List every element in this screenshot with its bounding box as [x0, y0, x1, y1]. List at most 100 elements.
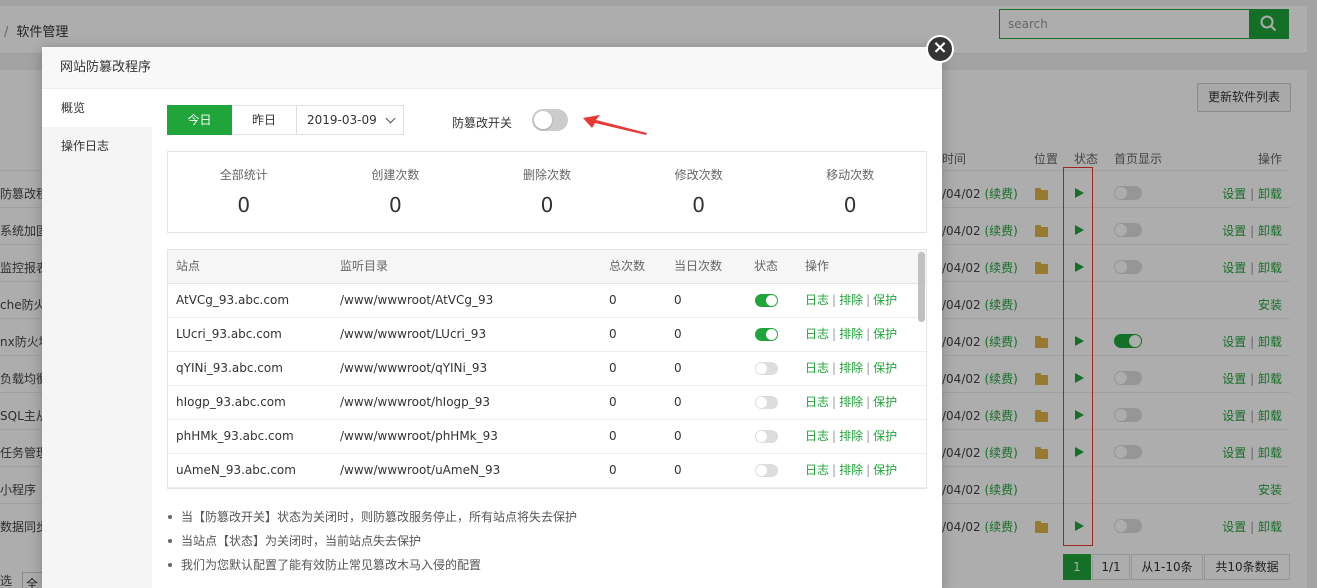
install-link[interactable]: 安装: [1258, 298, 1282, 312]
th-dir: 监听目录: [340, 259, 389, 273]
search-input[interactable]: search: [999, 9, 1250, 39]
nav-operation-log[interactable]: 操作日志: [42, 127, 152, 165]
folder-icon[interactable]: [1035, 188, 1048, 200]
expire-date: /04/02 (续费): [942, 520, 1018, 534]
settings-link[interactable]: 设置: [1222, 187, 1246, 201]
th-state: 状态: [754, 259, 779, 273]
site-state-toggle[interactable]: [755, 328, 778, 341]
today-count: 0: [674, 293, 682, 307]
folder-icon[interactable]: [1035, 521, 1048, 533]
renew-link[interactable]: (续费): [984, 335, 1017, 349]
exclude-link[interactable]: 排除: [839, 395, 863, 409]
renew-link[interactable]: (续费): [984, 409, 1017, 423]
folder-icon[interactable]: [1035, 410, 1048, 422]
exclude-link[interactable]: 排除: [839, 327, 863, 341]
protect-link[interactable]: 保护: [873, 429, 897, 443]
table-row: qYINi_93.abc.com /www/wwwroot/qYINi_93 0…: [168, 352, 926, 386]
homepage-toggle[interactable]: [1114, 371, 1142, 385]
date-tab-today[interactable]: 今日: [167, 105, 232, 135]
folder-icon[interactable]: [1035, 373, 1048, 385]
homepage-toggle[interactable]: [1114, 223, 1142, 237]
uninstall-link[interactable]: 卸载: [1258, 520, 1282, 534]
protect-link[interactable]: 保护: [873, 395, 897, 409]
modal-close-button[interactable]: ×: [926, 35, 954, 63]
tamper-switch-toggle[interactable]: [532, 109, 568, 131]
settings-link[interactable]: 设置: [1222, 261, 1246, 275]
log-link[interactable]: 日志: [805, 327, 829, 341]
renew-link[interactable]: (续费): [984, 372, 1017, 386]
settings-link[interactable]: 设置: [1222, 520, 1246, 534]
settings-link[interactable]: 设置: [1222, 409, 1246, 423]
log-link[interactable]: 日志: [805, 429, 829, 443]
chevron-down-icon: [385, 113, 396, 124]
uninstall-link[interactable]: 卸载: [1258, 372, 1282, 386]
date-filter: 今日 昨日 2019-03-09: [167, 105, 404, 135]
site-state-toggle[interactable]: [755, 294, 778, 307]
uninstall-link[interactable]: 卸载: [1258, 187, 1282, 201]
renew-link[interactable]: (续费): [984, 446, 1017, 460]
col-ops: 操作: [1258, 152, 1283, 166]
settings-link[interactable]: 设置: [1222, 446, 1246, 460]
log-link[interactable]: 日志: [805, 463, 829, 477]
renew-link[interactable]: (续费): [984, 187, 1017, 201]
site-state-toggle[interactable]: [755, 362, 778, 375]
log-link[interactable]: 日志: [805, 395, 829, 409]
uninstall-link[interactable]: 卸载: [1258, 224, 1282, 238]
software-name: SQL主从: [0, 409, 48, 423]
settings-link[interactable]: 设置: [1222, 224, 1246, 238]
uninstall-link[interactable]: 卸载: [1258, 261, 1282, 275]
uninstall-link[interactable]: 卸载: [1258, 446, 1282, 460]
homepage-toggle[interactable]: [1114, 519, 1142, 533]
watch-dir: /www/wwwroot/LUcri_93: [340, 327, 487, 341]
th-total: 总次数: [609, 259, 646, 273]
protect-link[interactable]: 保护: [873, 327, 897, 341]
settings-link[interactable]: 设置: [1222, 335, 1246, 349]
page-current[interactable]: 1: [1063, 554, 1091, 580]
today-count: 0: [674, 361, 682, 375]
protect-link[interactable]: 保护: [873, 463, 897, 477]
table-scrollbar[interactable]: [918, 252, 925, 322]
date-select[interactable]: 2019-03-09: [297, 105, 404, 135]
total-count: 0: [609, 463, 617, 477]
site-state-toggle[interactable]: [755, 430, 778, 443]
exclude-link[interactable]: 排除: [839, 463, 863, 477]
exclude-link[interactable]: 排除: [839, 361, 863, 375]
install-link[interactable]: 安装: [1258, 483, 1282, 497]
homepage-toggle[interactable]: [1114, 445, 1142, 459]
row-ops: 设置 | 卸载: [1222, 224, 1282, 238]
uninstall-link[interactable]: 卸载: [1258, 335, 1282, 349]
search-button[interactable]: [1249, 9, 1289, 39]
homepage-toggle[interactable]: [1114, 186, 1142, 200]
expire-date: /04/02 (续费): [942, 409, 1018, 423]
homepage-toggle[interactable]: [1114, 408, 1142, 422]
renew-link[interactable]: (续费): [984, 224, 1017, 238]
uninstall-link[interactable]: 卸载: [1258, 409, 1282, 423]
folder-icon[interactable]: [1035, 447, 1048, 459]
renew-link[interactable]: (续费): [984, 298, 1017, 312]
protect-link[interactable]: 保护: [873, 293, 897, 307]
date-tab-yesterday[interactable]: 昨日: [232, 105, 297, 135]
exclude-link[interactable]: 排除: [839, 429, 863, 443]
exclude-link[interactable]: 排除: [839, 293, 863, 307]
footer-label: 选: [0, 574, 13, 588]
software-name: 小程序: [0, 483, 37, 497]
folder-icon[interactable]: [1035, 225, 1048, 237]
site-state-toggle[interactable]: [755, 464, 778, 477]
settings-link[interactable]: 设置: [1222, 372, 1246, 386]
renew-link[interactable]: (续费): [984, 483, 1017, 497]
protect-link[interactable]: 保护: [873, 361, 897, 375]
refresh-software-list-button[interactable]: 更新软件列表: [1197, 83, 1291, 112]
site-state-toggle[interactable]: [755, 396, 778, 409]
renew-link[interactable]: (续费): [984, 261, 1017, 275]
folder-icon[interactable]: [1035, 262, 1048, 274]
breadcrumb-current[interactable]: 软件管理: [16, 25, 68, 40]
homepage-toggle[interactable]: [1114, 334, 1142, 348]
renew-link[interactable]: (续费): [984, 520, 1017, 534]
homepage-toggle[interactable]: [1114, 260, 1142, 274]
log-link[interactable]: 日志: [805, 361, 829, 375]
folder-icon[interactable]: [1035, 336, 1048, 348]
log-link[interactable]: 日志: [805, 293, 829, 307]
nav-overview[interactable]: 概览: [42, 89, 152, 127]
row-ops: 日志 | 排除 | 保护: [805, 395, 898, 409]
table-header: 站点 监听目录 总次数 当日次数 状态 操作: [168, 250, 926, 284]
